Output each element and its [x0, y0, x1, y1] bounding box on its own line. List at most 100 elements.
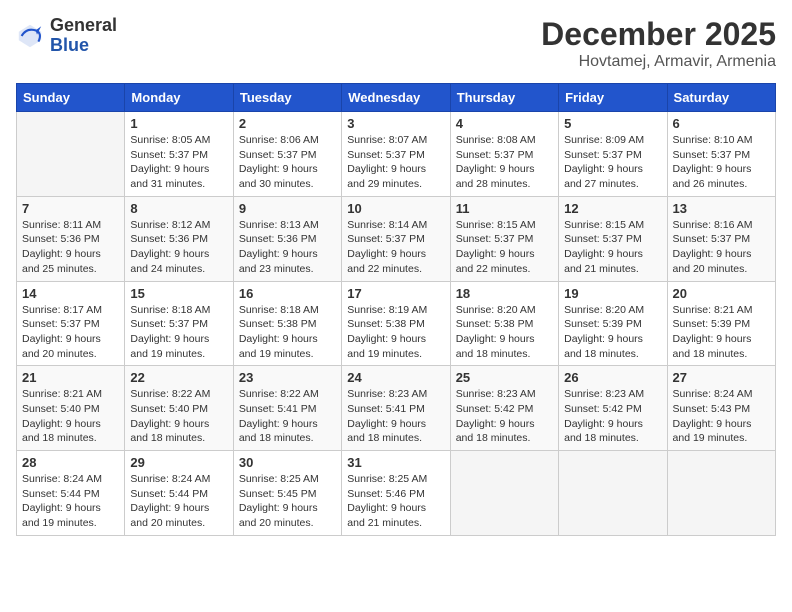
day-info: Sunrise: 8:18 AMSunset: 5:37 PMDaylight:…	[130, 303, 227, 362]
day-info: Sunrise: 8:09 AMSunset: 5:37 PMDaylight:…	[564, 133, 661, 192]
day-number: 1	[130, 116, 227, 131]
calendar-week-row: 28 Sunrise: 8:24 AMSunset: 5:44 PMDayligh…	[17, 451, 776, 536]
calendar-week-row: 7 Sunrise: 8:11 AMSunset: 5:36 PMDaylight…	[17, 196, 776, 281]
day-info: Sunrise: 8:05 AMSunset: 5:37 PMDaylight:…	[130, 133, 227, 192]
calendar-cell: 30 Sunrise: 8:25 AMSunset: 5:45 PMDayligh…	[233, 451, 341, 536]
day-number: 28	[22, 455, 119, 470]
weekday-header-sunday: Sunday	[17, 84, 125, 112]
day-info: Sunrise: 8:25 AMSunset: 5:45 PMDaylight:…	[239, 472, 336, 531]
day-number: 9	[239, 201, 336, 216]
day-number: 4	[456, 116, 553, 131]
day-number: 11	[456, 201, 553, 216]
day-number: 19	[564, 286, 661, 301]
calendar-cell	[667, 451, 775, 536]
day-info: Sunrise: 8:18 AMSunset: 5:38 PMDaylight:…	[239, 303, 336, 362]
calendar-cell: 9 Sunrise: 8:13 AMSunset: 5:36 PMDaylight…	[233, 196, 341, 281]
calendar-cell: 14 Sunrise: 8:17 AMSunset: 5:37 PMDayligh…	[17, 281, 125, 366]
logo-icon	[16, 22, 44, 50]
calendar-cell: 21 Sunrise: 8:21 AMSunset: 5:40 PMDayligh…	[17, 366, 125, 451]
calendar-cell: 13Sunrise: 8:16 AMSunset: 5:37 PMDayligh…	[667, 196, 775, 281]
day-number: 14	[22, 286, 119, 301]
day-number: 6	[673, 116, 770, 131]
day-info: Sunrise: 8:21 AMSunset: 5:40 PMDaylight:…	[22, 387, 119, 446]
day-number: 13	[673, 201, 770, 216]
calendar-cell: 26 Sunrise: 8:23 AMSunset: 5:42 PMDayligh…	[559, 366, 667, 451]
month-title: December 2025	[541, 16, 776, 53]
logo: General Blue	[16, 16, 117, 56]
weekday-header-monday: Monday	[125, 84, 233, 112]
location-title: Hovtamej, Armavir, Armenia	[541, 53, 776, 71]
day-info: Sunrise: 8:23 AMSunset: 5:41 PMDaylight:…	[347, 387, 444, 446]
calendar-cell: 29 Sunrise: 8:24 AMSunset: 5:44 PMDayligh…	[125, 451, 233, 536]
day-info: Sunrise: 8:17 AMSunset: 5:37 PMDaylight:…	[22, 303, 119, 362]
calendar-cell: 27 Sunrise: 8:24 AMSunset: 5:43 PMDayligh…	[667, 366, 775, 451]
day-number: 23	[239, 370, 336, 385]
day-number: 5	[564, 116, 661, 131]
day-number: 31	[347, 455, 444, 470]
day-number: 25	[456, 370, 553, 385]
weekday-header-friday: Friday	[559, 84, 667, 112]
weekday-header-tuesday: Tuesday	[233, 84, 341, 112]
calendar-cell: 1 Sunrise: 8:05 AMSunset: 5:37 PMDaylight…	[125, 112, 233, 197]
calendar-cell: 17Sunrise: 8:19 AMSunset: 5:38 PMDayligh…	[342, 281, 450, 366]
day-info: Sunrise: 8:20 AMSunset: 5:39 PMDaylight:…	[564, 303, 661, 362]
day-number: 24	[347, 370, 444, 385]
day-number: 20	[673, 286, 770, 301]
title-area: December 2025 Hovtamej, Armavir, Armenia	[541, 16, 776, 71]
calendar-week-row: 14 Sunrise: 8:17 AMSunset: 5:37 PMDayligh…	[17, 281, 776, 366]
calendar-cell: 10Sunrise: 8:14 AMSunset: 5:37 PMDayligh…	[342, 196, 450, 281]
day-info: Sunrise: 8:12 AMSunset: 5:36 PMDaylight:…	[130, 218, 227, 277]
day-number: 15	[130, 286, 227, 301]
day-info: Sunrise: 8:25 AMSunset: 5:46 PMDaylight:…	[347, 472, 444, 531]
day-number: 21	[22, 370, 119, 385]
calendar-cell: 8 Sunrise: 8:12 AMSunset: 5:36 PMDaylight…	[125, 196, 233, 281]
logo-blue: Blue	[50, 36, 117, 56]
day-number: 8	[130, 201, 227, 216]
day-number: 27	[673, 370, 770, 385]
calendar-cell: 11Sunrise: 8:15 AMSunset: 5:37 PMDayligh…	[450, 196, 558, 281]
day-number: 29	[130, 455, 227, 470]
day-info: Sunrise: 8:22 AMSunset: 5:40 PMDaylight:…	[130, 387, 227, 446]
calendar-week-row: 1 Sunrise: 8:05 AMSunset: 5:37 PMDaylight…	[17, 112, 776, 197]
day-number: 7	[22, 201, 119, 216]
day-info: Sunrise: 8:13 AMSunset: 5:36 PMDaylight:…	[239, 218, 336, 277]
calendar-cell: 2 Sunrise: 8:06 AMSunset: 5:37 PMDaylight…	[233, 112, 341, 197]
day-info: Sunrise: 8:23 AMSunset: 5:42 PMDaylight:…	[564, 387, 661, 446]
calendar-cell: 25 Sunrise: 8:23 AMSunset: 5:42 PMDayligh…	[450, 366, 558, 451]
calendar-cell: 18 Sunrise: 8:20 AMSunset: 5:38 PMDayligh…	[450, 281, 558, 366]
calendar-cell: 16 Sunrise: 8:18 AMSunset: 5:38 PMDayligh…	[233, 281, 341, 366]
day-info: Sunrise: 8:06 AMSunset: 5:37 PMDaylight:…	[239, 133, 336, 192]
logo-text: General Blue	[50, 16, 117, 56]
calendar-cell: 19 Sunrise: 8:20 AMSunset: 5:39 PMDayligh…	[559, 281, 667, 366]
day-info: Sunrise: 8:15 AMSunset: 5:37 PMDaylight:…	[564, 218, 661, 277]
day-number: 3	[347, 116, 444, 131]
day-number: 2	[239, 116, 336, 131]
day-info: Sunrise: 8:22 AMSunset: 5:41 PMDaylight:…	[239, 387, 336, 446]
calendar-cell	[559, 451, 667, 536]
calendar-cell: 6 Sunrise: 8:10 AMSunset: 5:37 PMDaylight…	[667, 112, 775, 197]
day-number: 18	[456, 286, 553, 301]
weekday-header-row: SundayMondayTuesdayWednesdayThursdayFrid…	[17, 84, 776, 112]
calendar-cell: 20Sunrise: 8:21 AMSunset: 5:39 PMDayligh…	[667, 281, 775, 366]
calendar-cell: 28Sunrise: 8:24 AMSunset: 5:44 PMDayligh…	[17, 451, 125, 536]
day-number: 30	[239, 455, 336, 470]
day-info: Sunrise: 8:20 AMSunset: 5:38 PMDaylight:…	[456, 303, 553, 362]
day-number: 16	[239, 286, 336, 301]
day-info: Sunrise: 8:23 AMSunset: 5:42 PMDaylight:…	[456, 387, 553, 446]
calendar-cell: 4Sunrise: 8:08 AMSunset: 5:37 PMDaylight…	[450, 112, 558, 197]
calendar-week-row: 21 Sunrise: 8:21 AMSunset: 5:40 PMDayligh…	[17, 366, 776, 451]
weekday-header-thursday: Thursday	[450, 84, 558, 112]
day-info: Sunrise: 8:11 AMSunset: 5:36 PMDaylight:…	[22, 218, 119, 277]
day-info: Sunrise: 8:10 AMSunset: 5:37 PMDaylight:…	[673, 133, 770, 192]
day-info: Sunrise: 8:24 AMSunset: 5:43 PMDaylight:…	[673, 387, 770, 446]
calendar-cell: 15 Sunrise: 8:18 AMSunset: 5:37 PMDayligh…	[125, 281, 233, 366]
calendar-cell: 24 Sunrise: 8:23 AMSunset: 5:41 PMDayligh…	[342, 366, 450, 451]
day-number: 10	[347, 201, 444, 216]
calendar-cell	[17, 112, 125, 197]
calendar-cell	[450, 451, 558, 536]
day-info: Sunrise: 8:24 AMSunset: 5:44 PMDaylight:…	[130, 472, 227, 531]
day-number: 17	[347, 286, 444, 301]
calendar-cell: 31 Sunrise: 8:25 AMSunset: 5:46 PMDayligh…	[342, 451, 450, 536]
calendar-cell: 12Sunrise: 8:15 AMSunset: 5:37 PMDayligh…	[559, 196, 667, 281]
day-number: 26	[564, 370, 661, 385]
